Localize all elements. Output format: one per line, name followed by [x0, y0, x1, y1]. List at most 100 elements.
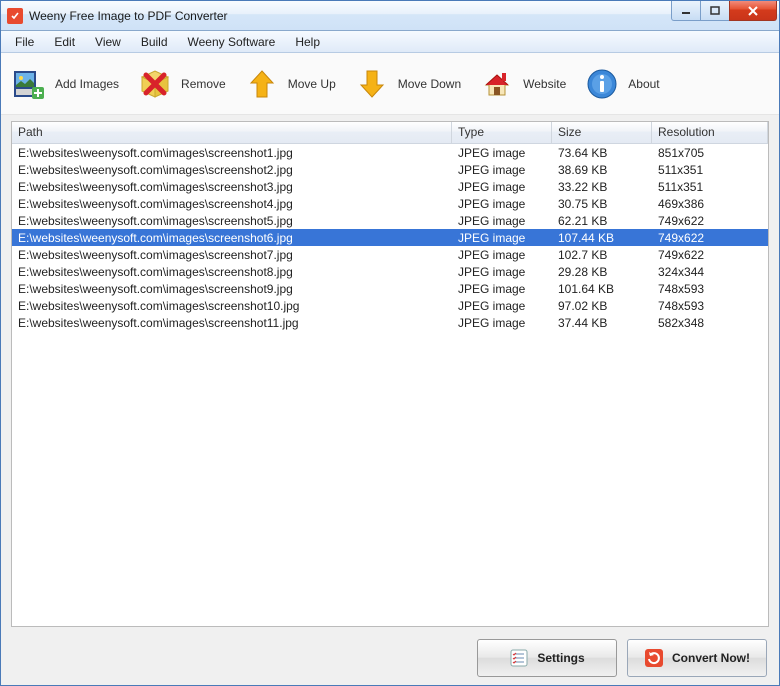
- maximize-button[interactable]: [700, 1, 730, 21]
- cell: 469x386: [652, 197, 768, 211]
- table-row[interactable]: E:\websites\weenysoft.com\images\screens…: [12, 195, 768, 212]
- cell: E:\websites\weenysoft.com\images\screens…: [12, 265, 452, 279]
- cell: 97.02 KB: [552, 299, 652, 313]
- menu-edit[interactable]: Edit: [44, 33, 85, 51]
- cell: 511x351: [652, 180, 768, 194]
- minimize-button[interactable]: [671, 1, 701, 21]
- website-label: Website: [523, 77, 566, 91]
- cell: JPEG image: [452, 180, 552, 194]
- about-label: About: [628, 77, 659, 91]
- move-up-button[interactable]: Move Up: [238, 62, 348, 106]
- bottom-bar: Settings Convert Now!: [1, 631, 779, 685]
- cell: E:\websites\weenysoft.com\images\screens…: [12, 231, 452, 245]
- cell: E:\websites\weenysoft.com\images\screens…: [12, 316, 452, 330]
- cell: E:\websites\weenysoft.com\images\screens…: [12, 214, 452, 228]
- move-down-label: Move Down: [398, 77, 461, 91]
- app-window: Weeny Free Image to PDF Converter File E…: [0, 0, 780, 686]
- cell: 30.75 KB: [552, 197, 652, 211]
- cell: 748x593: [652, 299, 768, 313]
- window-controls: [672, 1, 779, 21]
- col-size[interactable]: Size: [552, 122, 652, 143]
- cell: JPEG image: [452, 197, 552, 211]
- table-row[interactable]: E:\websites\weenysoft.com\images\screens…: [12, 246, 768, 263]
- cell: 101.64 KB: [552, 282, 652, 296]
- website-button[interactable]: Website: [473, 62, 578, 106]
- settings-label: Settings: [537, 651, 584, 665]
- menu-weeny-software[interactable]: Weeny Software: [178, 33, 286, 51]
- remove-button[interactable]: Remove: [131, 62, 238, 106]
- remove-label: Remove: [181, 77, 226, 91]
- table-row[interactable]: E:\websites\weenysoft.com\images\screens…: [12, 212, 768, 229]
- cell: JPEG image: [452, 316, 552, 330]
- cell: E:\websites\weenysoft.com\images\screens…: [12, 248, 452, 262]
- cell: E:\websites\weenysoft.com\images\screens…: [12, 299, 452, 313]
- window-title: Weeny Free Image to PDF Converter: [29, 9, 228, 23]
- move-down-button[interactable]: Move Down: [348, 62, 473, 106]
- website-icon: [479, 66, 515, 102]
- cell: 62.21 KB: [552, 214, 652, 228]
- cell: 749x622: [652, 248, 768, 262]
- content-area: Path Type Size Resolution E:\websites\we…: [1, 115, 779, 631]
- settings-icon: [509, 648, 529, 668]
- menu-file[interactable]: File: [5, 33, 44, 51]
- cell: 102.7 KB: [552, 248, 652, 262]
- about-icon: [584, 66, 620, 102]
- table-row[interactable]: E:\websites\weenysoft.com\images\screens…: [12, 161, 768, 178]
- move-up-label: Move Up: [288, 77, 336, 91]
- cell: 37.44 KB: [552, 316, 652, 330]
- toolbar: Add Images Remove Move Up: [1, 53, 779, 115]
- cell: 749x622: [652, 214, 768, 228]
- close-button[interactable]: [729, 1, 777, 21]
- table-row[interactable]: E:\websites\weenysoft.com\images\screens…: [12, 178, 768, 195]
- menubar: File Edit View Build Weeny Software Help: [1, 31, 779, 53]
- file-list: Path Type Size Resolution E:\websites\we…: [11, 121, 769, 627]
- table-row[interactable]: E:\websites\weenysoft.com\images\screens…: [12, 314, 768, 331]
- convert-icon: [644, 648, 664, 668]
- cell: JPEG image: [452, 299, 552, 313]
- list-body: E:\websites\weenysoft.com\images\screens…: [12, 144, 768, 626]
- cell: 582x348: [652, 316, 768, 330]
- add-images-label: Add Images: [55, 77, 119, 91]
- menu-help[interactable]: Help: [285, 33, 330, 51]
- cell: 749x622: [652, 231, 768, 245]
- move-up-icon: [244, 66, 280, 102]
- app-icon: [7, 8, 23, 24]
- cell: JPEG image: [452, 163, 552, 177]
- cell: E:\websites\weenysoft.com\images\screens…: [12, 282, 452, 296]
- cell: 511x351: [652, 163, 768, 177]
- cell: 29.28 KB: [552, 265, 652, 279]
- col-resolution[interactable]: Resolution: [652, 122, 768, 143]
- table-row[interactable]: E:\websites\weenysoft.com\images\screens…: [12, 280, 768, 297]
- convert-button[interactable]: Convert Now!: [627, 639, 767, 677]
- convert-label: Convert Now!: [672, 651, 750, 665]
- cell: E:\websites\weenysoft.com\images\screens…: [12, 180, 452, 194]
- menu-view[interactable]: View: [85, 33, 131, 51]
- remove-icon: [137, 66, 173, 102]
- about-button[interactable]: About: [578, 62, 671, 106]
- cell: E:\websites\weenysoft.com\images\screens…: [12, 197, 452, 211]
- move-down-icon: [354, 66, 390, 102]
- cell: E:\websites\weenysoft.com\images\screens…: [12, 163, 452, 177]
- add-images-button[interactable]: Add Images: [5, 62, 131, 106]
- table-row[interactable]: E:\websites\weenysoft.com\images\screens…: [12, 297, 768, 314]
- table-row[interactable]: E:\websites\weenysoft.com\images\screens…: [12, 263, 768, 280]
- cell: JPEG image: [452, 231, 552, 245]
- col-type[interactable]: Type: [452, 122, 552, 143]
- table-row[interactable]: E:\websites\weenysoft.com\images\screens…: [12, 229, 768, 246]
- settings-button[interactable]: Settings: [477, 639, 617, 677]
- add-images-icon: [11, 66, 47, 102]
- cell: 107.44 KB: [552, 231, 652, 245]
- col-path[interactable]: Path: [12, 122, 452, 143]
- cell: 324x344: [652, 265, 768, 279]
- cell: E:\websites\weenysoft.com\images\screens…: [12, 146, 452, 160]
- menu-build[interactable]: Build: [131, 33, 178, 51]
- cell: JPEG image: [452, 214, 552, 228]
- table-row[interactable]: E:\websites\weenysoft.com\images\screens…: [12, 144, 768, 161]
- titlebar[interactable]: Weeny Free Image to PDF Converter: [1, 1, 779, 31]
- cell: JPEG image: [452, 146, 552, 160]
- column-headers: Path Type Size Resolution: [12, 122, 768, 144]
- cell: 851x705: [652, 146, 768, 160]
- cell: 38.69 KB: [552, 163, 652, 177]
- cell: JPEG image: [452, 282, 552, 296]
- cell: 748x593: [652, 282, 768, 296]
